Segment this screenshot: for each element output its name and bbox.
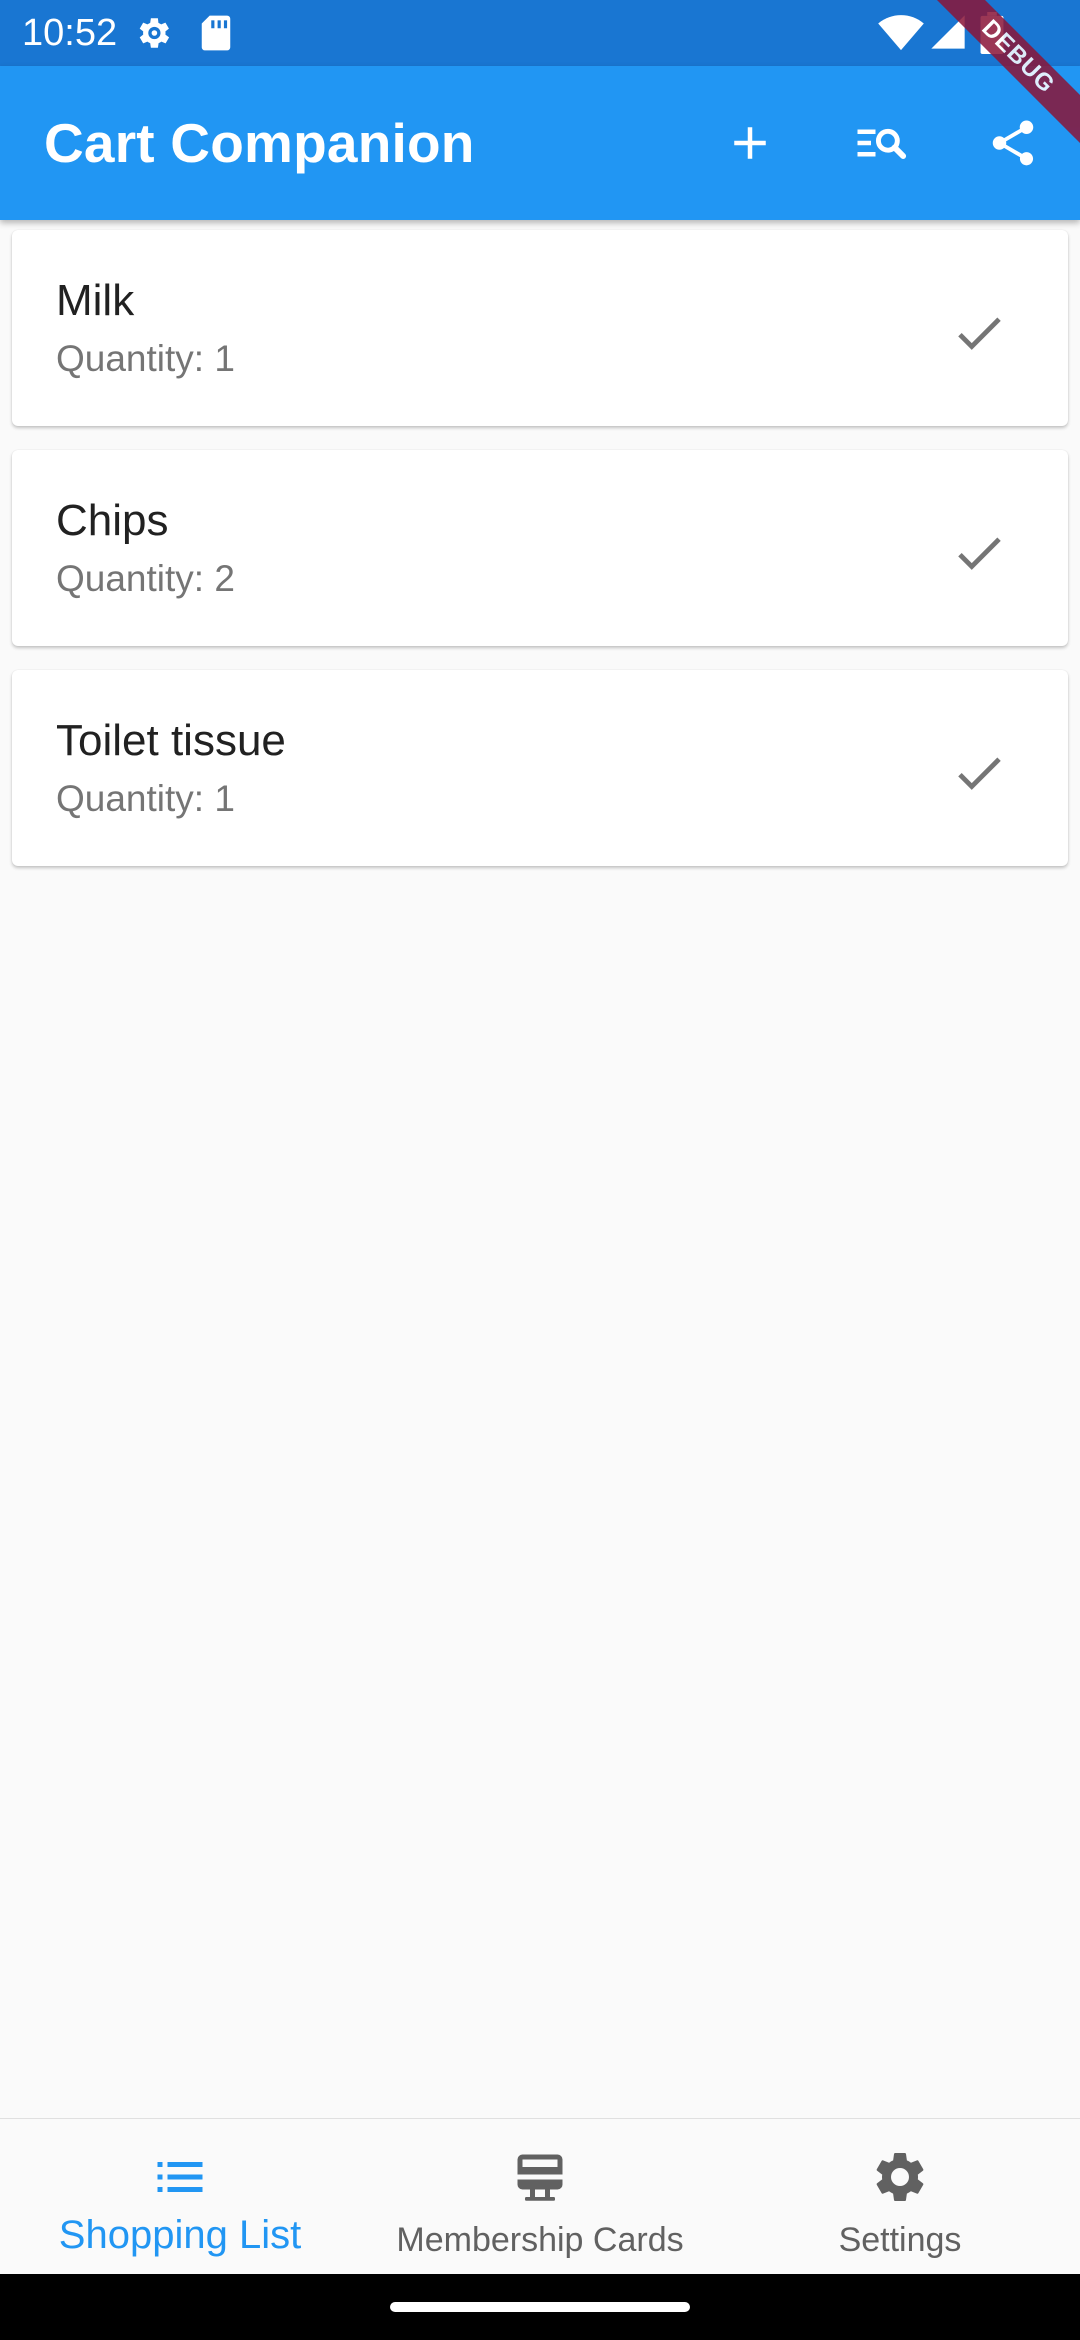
search-list-icon — [857, 128, 907, 159]
nav-label: Settings — [838, 2221, 962, 2259]
share-button[interactable] — [973, 103, 1053, 183]
signal-icon — [931, 15, 965, 49]
search-list-button[interactable] — [840, 103, 920, 183]
bottom-navigation: Shopping List Membership Cards Settings — [0, 2118, 1080, 2275]
item-name: Toilet tissue — [56, 716, 286, 765]
check-icon[interactable] — [950, 744, 1008, 802]
status-bar: 10:52 — [0, 0, 1080, 66]
card-icon — [517, 2154, 563, 2201]
add-item-button[interactable] — [710, 103, 790, 183]
battery-icon — [980, 12, 1004, 54]
gesture-navigation-area — [0, 2274, 1080, 2340]
sd-card-icon — [201, 15, 231, 51]
item-quantity: Quantity: 2 — [56, 558, 235, 599]
list-icon — [157, 2162, 203, 2192]
add-icon — [734, 127, 766, 159]
check-icon[interactable] — [950, 304, 1008, 362]
nav-shopping-list[interactable]: Shopping List — [0, 2119, 360, 2275]
nav-label: Shopping List — [58, 2213, 302, 2257]
nav-settings[interactable]: Settings — [720, 2119, 1080, 2275]
check-icon[interactable] — [950, 524, 1008, 582]
nav-membership-cards[interactable]: Membership Cards — [360, 2119, 720, 2275]
status-time: 10:52 — [22, 12, 118, 54]
wifi-icon — [878, 15, 924, 51]
list-item[interactable]: Toilet tissue Quantity: 1 — [12, 670, 1068, 866]
item-name: Milk — [56, 276, 135, 325]
gear-icon — [876, 2153, 924, 2201]
nav-label: Membership Cards — [396, 2221, 684, 2259]
app-bar: Cart Companion — [0, 66, 1080, 220]
item-name: Chips — [56, 496, 169, 545]
list-item[interactable]: Chips Quantity: 2 — [12, 450, 1068, 646]
share-icon — [992, 120, 1034, 166]
list-item[interactable]: Milk Quantity: 1 — [12, 230, 1068, 426]
item-quantity: Quantity: 1 — [56, 778, 235, 819]
gesture-handle[interactable] — [390, 2302, 690, 2312]
settings-icon — [139, 18, 170, 48]
item-quantity: Quantity: 1 — [56, 338, 235, 379]
app-title: Cart Companion — [44, 112, 475, 174]
